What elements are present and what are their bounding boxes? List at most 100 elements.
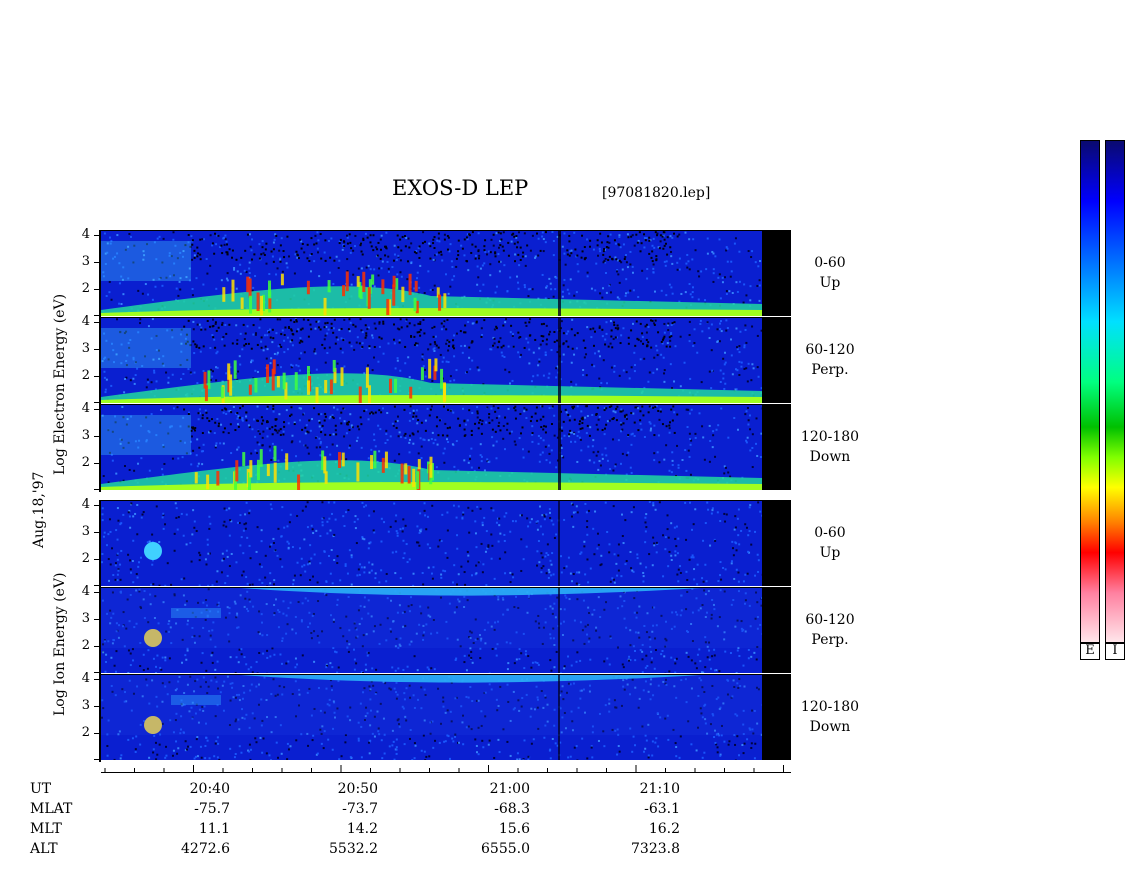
ion-axis-label: Log Ion Energy (eV): [52, 572, 68, 716]
y-tick-label: 3: [81, 341, 90, 356]
y-tick-label: 2: [81, 551, 90, 566]
pitch-angle-direction: Down: [809, 719, 851, 735]
y-tick-label: 4: [81, 497, 90, 512]
chart-title: EXOS-D LEP: [392, 176, 529, 200]
y-tick-label: 4: [81, 227, 90, 242]
y-tick-mark: [94, 585, 100, 586]
y-tick-mark: [94, 706, 100, 707]
pitch-angle-direction: Perp.: [811, 362, 849, 378]
panel-separator: [101, 230, 791, 231]
y-tick-label: 2: [81, 281, 90, 296]
pitch-angle-range: 0-60: [814, 255, 846, 271]
data-filename: [97081820.lep]: [602, 185, 711, 201]
y-tick-label: 3: [81, 428, 90, 443]
pitch-angle-range: 60-120: [805, 342, 855, 358]
electron-panel-down: [101, 405, 762, 490]
y-tick-mark: [94, 505, 100, 506]
y-tick-mark: [94, 672, 100, 673]
y-tick-label: 2: [81, 725, 90, 740]
y-tick-mark: [94, 759, 100, 760]
pitch-angle-label: 60-120 Perp.: [790, 610, 870, 650]
panel-separator: [101, 500, 791, 501]
y-tick-mark: [94, 376, 100, 377]
y-tick-mark: [94, 322, 100, 323]
y-tick-mark: [94, 679, 100, 680]
ephemeris-value: 21:00: [489, 781, 530, 797]
ephemeris-row-label: MLAT: [30, 801, 73, 817]
ephemeris-value: 6555.0: [481, 841, 530, 857]
electron-y-axis: [99, 230, 101, 492]
no-data-bar: [762, 231, 791, 316]
ephemeris-value: 11.1: [198, 821, 230, 837]
ephemeris-row-label: MLT: [30, 821, 62, 837]
electron-axis-label: Log Electron Energy (eV): [52, 293, 68, 475]
panel-separator: [101, 674, 791, 675]
ephemeris-value: 7323.8: [631, 841, 680, 857]
pitch-angle-direction: Down: [809, 449, 851, 465]
ion-y-axis: [99, 500, 101, 762]
ephemeris-value: 20:40: [189, 781, 230, 797]
y-tick-mark: [94, 235, 100, 236]
ion-colorbar-label: I: [1105, 642, 1125, 660]
ephemeris-value: -68.3: [494, 801, 530, 817]
pitch-angle-range: 60-120: [805, 612, 855, 628]
y-tick-label: 4: [81, 314, 90, 329]
no-data-bar: [762, 588, 791, 673]
panel-separator: [101, 404, 791, 405]
y-tick-mark: [94, 409, 100, 410]
y-tick-label: 3: [81, 611, 90, 626]
electron-colorbar-label: E: [1080, 642, 1100, 660]
no-data-bar: [762, 501, 791, 586]
panel-separator: [101, 317, 791, 318]
time-axis-ticks: [104, 765, 784, 772]
pitch-angle-label: 0-60 Up: [790, 253, 870, 293]
pitch-angle-label: 0-60 Up: [790, 523, 870, 563]
ephemeris-value: 20:50: [337, 781, 378, 797]
y-tick-label: 2: [81, 455, 90, 470]
ephemeris-value: -75.7: [194, 801, 230, 817]
panel-separator: [101, 587, 791, 588]
ephemeris-value: 4272.6: [181, 841, 230, 857]
y-tick-label: 3: [81, 254, 90, 269]
y-tick-mark: [94, 532, 100, 533]
y-tick-mark: [94, 619, 100, 620]
y-tick-label: 2: [81, 638, 90, 653]
pitch-angle-direction: Perp.: [811, 632, 849, 648]
pitch-angle-label: 120-180 Down: [790, 697, 870, 737]
pitch-angle-range: 120-180: [800, 699, 860, 715]
pitch-angle-range: 0-60: [814, 525, 846, 541]
pitch-angle-range: 120-180: [800, 429, 860, 445]
no-data-bar: [762, 405, 791, 490]
ephemeris-value: 5532.2: [329, 841, 378, 857]
y-tick-label: 4: [81, 401, 90, 416]
ion-panel-up: [101, 501, 762, 586]
electron-panel-perp: [101, 318, 762, 403]
no-data-bar: [762, 675, 791, 760]
y-tick-label: 3: [81, 698, 90, 713]
y-tick-mark: [94, 646, 100, 647]
pitch-angle-direction: Up: [819, 545, 841, 561]
date-label: Aug.18,'97: [31, 471, 47, 548]
y-tick-mark: [94, 733, 100, 734]
pitch-angle-direction: Up: [819, 275, 841, 291]
ephemeris-value: -63.1: [644, 801, 680, 817]
y-tick-mark: [94, 262, 100, 263]
y-tick-mark: [94, 402, 100, 403]
ephemeris-row-label: ALT: [30, 841, 58, 857]
y-tick-mark: [94, 436, 100, 437]
y-tick-mark: [94, 289, 100, 290]
y-tick-mark: [94, 489, 100, 490]
y-tick-label: 3: [81, 524, 90, 539]
y-tick-label: 2: [81, 368, 90, 383]
ephemeris-value: 16.2: [648, 821, 680, 837]
ion-panel-down: [101, 675, 762, 760]
pitch-angle-label: 60-120 Perp.: [790, 340, 870, 380]
no-data-bar: [762, 318, 791, 403]
ephemeris-value: 15.6: [498, 821, 530, 837]
electron-colorbar: [1080, 140, 1100, 644]
electron-panel-up: [101, 231, 762, 316]
y-tick-label: 4: [81, 671, 90, 686]
y-tick-label: 4: [81, 584, 90, 599]
ion-colorbar: [1105, 140, 1125, 644]
y-tick-mark: [94, 315, 100, 316]
